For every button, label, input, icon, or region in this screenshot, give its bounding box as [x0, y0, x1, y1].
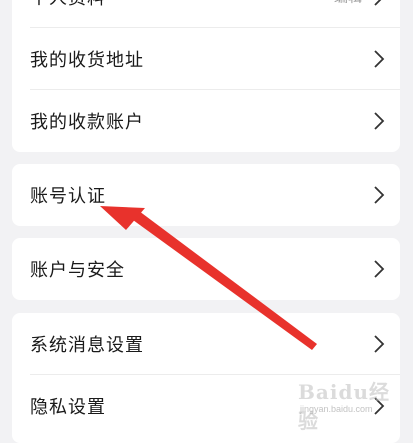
menu-item-label: 隐私设置	[30, 397, 106, 418]
menu-item-label: 账号认证	[30, 186, 106, 207]
chevron-right-icon	[374, 186, 385, 204]
chevron-right-icon	[374, 397, 385, 415]
settings-card-profile: 个人资料 编辑 我的收货地址 我的收款账户	[12, 0, 400, 152]
menu-item-account-security[interactable]: 账户与安全	[12, 238, 400, 300]
chevron-right-icon	[374, 0, 382, 6]
chevron-right-icon	[374, 335, 385, 353]
menu-item-system-message-settings[interactable]: 系统消息设置	[12, 313, 400, 375]
menu-item-payment-account[interactable]: 我的收款账户	[12, 90, 400, 152]
settings-card-verification: 账号认证	[12, 164, 400, 226]
menu-item-account-verification[interactable]: 账号认证	[12, 164, 400, 226]
menu-item-personal-info[interactable]: 个人资料 编辑	[12, 0, 400, 28]
menu-item-label: 账户与安全	[30, 260, 125, 281]
menu-item-label: 系统消息设置	[30, 335, 144, 356]
menu-item-label: 我的收货地址	[30, 50, 144, 71]
menu-item-label: 个人资料	[30, 0, 106, 10]
chevron-right-icon	[374, 50, 385, 68]
menu-item-label: 我的收款账户	[30, 112, 144, 133]
chevron-right-icon	[374, 112, 385, 130]
chevron-right-icon	[374, 260, 385, 278]
settings-card-notifications: 系统消息设置 隐私设置	[12, 313, 400, 443]
settings-card-security: 账户与安全	[12, 238, 400, 300]
menu-item-shipping-address[interactable]: 我的收货地址	[12, 28, 400, 90]
menu-item-value: 编辑	[334, 0, 362, 7]
